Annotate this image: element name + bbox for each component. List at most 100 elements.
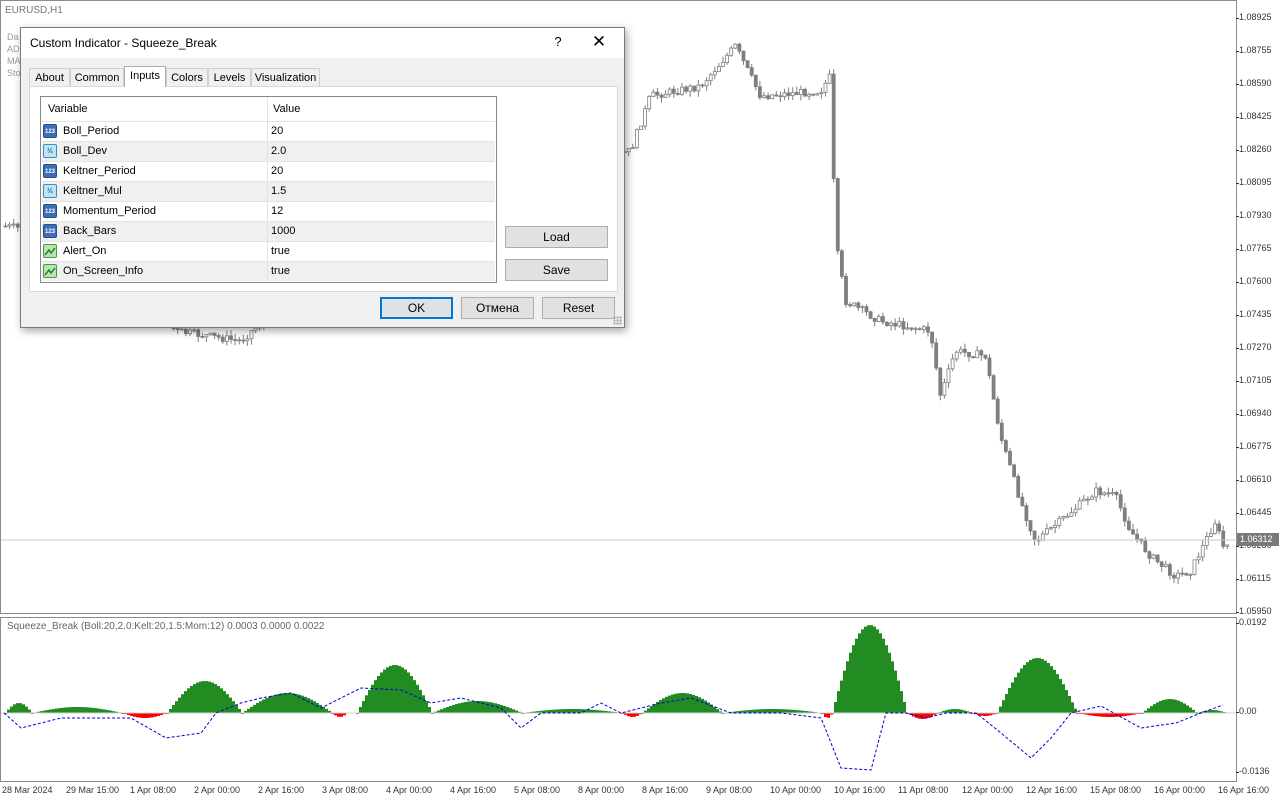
candle-body <box>1151 554 1156 559</box>
histogram-bar <box>1162 699 1165 713</box>
candle-body <box>630 147 635 150</box>
histogram-bar <box>377 676 380 713</box>
candle-body <box>782 92 787 98</box>
histogram-bar <box>274 694 277 713</box>
help-button[interactable]: ? <box>547 31 569 53</box>
load-button[interactable]: Load <box>505 226 608 248</box>
histogram-bar <box>340 713 343 717</box>
reset-button[interactable]: Reset <box>542 297 615 319</box>
param-row[interactable]: 123 Keltner_Period 20 <box>42 161 495 181</box>
histogram-bar <box>205 681 208 713</box>
param-row[interactable]: 123 Momentum_Period 12 <box>42 201 495 221</box>
indicator-axis-tick: 0.0192 <box>1236 617 1267 627</box>
column-divider[interactable] <box>267 97 268 121</box>
histogram-bar <box>1174 699 1177 713</box>
param-row[interactable]: 123 Boll_Period 20 <box>42 121 495 141</box>
column-value[interactable]: Value <box>273 103 300 115</box>
price-axis-tick: 1.06610 <box>1236 474 1272 484</box>
histogram-bar <box>265 698 268 713</box>
column-divider <box>267 202 268 221</box>
column-variable[interactable]: Variable <box>48 103 88 115</box>
histogram-bar <box>894 670 897 713</box>
param-row[interactable]: On_Screen_Info true <box>42 261 495 281</box>
tab-visualization[interactable]: Visualization <box>251 68 320 86</box>
candle-body <box>897 321 902 327</box>
histogram-bar <box>10 706 13 713</box>
grid-header: Variable Value <box>41 97 496 121</box>
tab-levels[interactable]: Levels <box>208 68 251 86</box>
candle-body <box>671 88 676 94</box>
candle-body <box>860 306 865 309</box>
histogram-bar <box>671 694 674 713</box>
histogram-bar <box>232 701 235 713</box>
candle-body <box>963 348 967 353</box>
param-value[interactable]: 1000 <box>271 225 295 237</box>
candle-body <box>1028 520 1033 532</box>
candle-body <box>3 225 8 228</box>
histogram-bar <box>256 703 259 713</box>
param-value[interactable]: 12 <box>271 205 283 217</box>
histogram-bar <box>677 693 680 713</box>
candle-body <box>995 398 1000 424</box>
histogram-bar <box>1029 660 1032 713</box>
param-row[interactable]: Alert_On true <box>42 241 495 261</box>
histogram-bar <box>849 652 852 713</box>
candle-body <box>848 304 852 307</box>
param-value[interactable]: 2.0 <box>271 145 286 157</box>
candle-body <box>950 358 955 370</box>
save-button[interactable]: Save <box>505 259 608 281</box>
param-value[interactable]: 20 <box>271 165 283 177</box>
histogram-bar <box>380 672 383 713</box>
histogram-bar <box>650 706 653 713</box>
histogram-bar <box>575 709 578 713</box>
param-name: Back_Bars <box>63 225 117 237</box>
tab-about[interactable]: About <box>29 68 70 86</box>
price-axis-tick: 1.08260 <box>1236 144 1272 154</box>
tab-common[interactable]: Common <box>70 68 124 86</box>
candle-body <box>639 125 643 130</box>
histogram-bar <box>766 709 769 713</box>
tab-colors[interactable]: Colors <box>166 68 208 86</box>
candle-body <box>1061 516 1066 519</box>
tab-inputs[interactable]: Inputs <box>124 66 166 87</box>
ok-button[interactable]: OK <box>380 297 453 319</box>
histogram-bar <box>202 681 205 713</box>
resize-grip-icon[interactable] <box>613 316 622 325</box>
histogram-bar <box>470 701 473 713</box>
histogram-bar <box>1189 707 1192 713</box>
histogram-bar <box>58 708 61 713</box>
time-axis-tick: 29 Mar 15:00 <box>66 785 120 795</box>
histogram-bar <box>133 713 136 717</box>
indicator-pane[interactable]: Squeeze_Break (Boll:20,2.0:Kelt:20,1.5:M… <box>0 617 1238 782</box>
candle-body <box>216 335 221 338</box>
param-row[interactable]: ½ Boll_Dev 2.0 <box>42 141 495 161</box>
cancel-button[interactable]: Отмена <box>461 297 534 319</box>
close-icon[interactable]: ✕ <box>587 31 611 53</box>
histogram-bar <box>148 713 151 718</box>
histogram-bar <box>888 652 891 713</box>
histogram-bar <box>91 707 94 713</box>
histogram-bar <box>386 667 389 713</box>
candle-body <box>233 339 238 341</box>
histogram-bar <box>1171 699 1174 713</box>
indicator-axis: 0.0192 0.00 -0.0136 <box>1236 617 1280 782</box>
histogram-bar <box>1062 684 1065 713</box>
time-axis-tick: 15 Apr 08:00 <box>1090 785 1142 795</box>
histogram-bar <box>1023 665 1026 713</box>
candle-body <box>1188 574 1193 576</box>
histogram-bar <box>220 688 223 713</box>
param-value[interactable]: 1.5 <box>271 185 286 197</box>
param-row[interactable]: 123 Back_Bars 1000 <box>42 221 495 241</box>
dialog-titlebar[interactable]: Custom Indicator - Squeeze_Break ? ✕ <box>21 28 624 58</box>
candle-body <box>811 93 816 96</box>
candle-body <box>676 93 680 95</box>
param-row[interactable]: ½ Keltner_Mul 1.5 <box>42 181 495 201</box>
column-divider <box>267 122 268 141</box>
param-value[interactable]: true <box>271 265 290 277</box>
param-value[interactable]: 20 <box>271 125 283 137</box>
price-axis-tick: 1.08925 <box>1236 12 1272 22</box>
candle-body <box>852 302 857 307</box>
indicator-axis-tick: -0.0136 <box>1236 766 1270 776</box>
candle-body <box>1086 498 1090 501</box>
param-value[interactable]: true <box>271 245 290 257</box>
